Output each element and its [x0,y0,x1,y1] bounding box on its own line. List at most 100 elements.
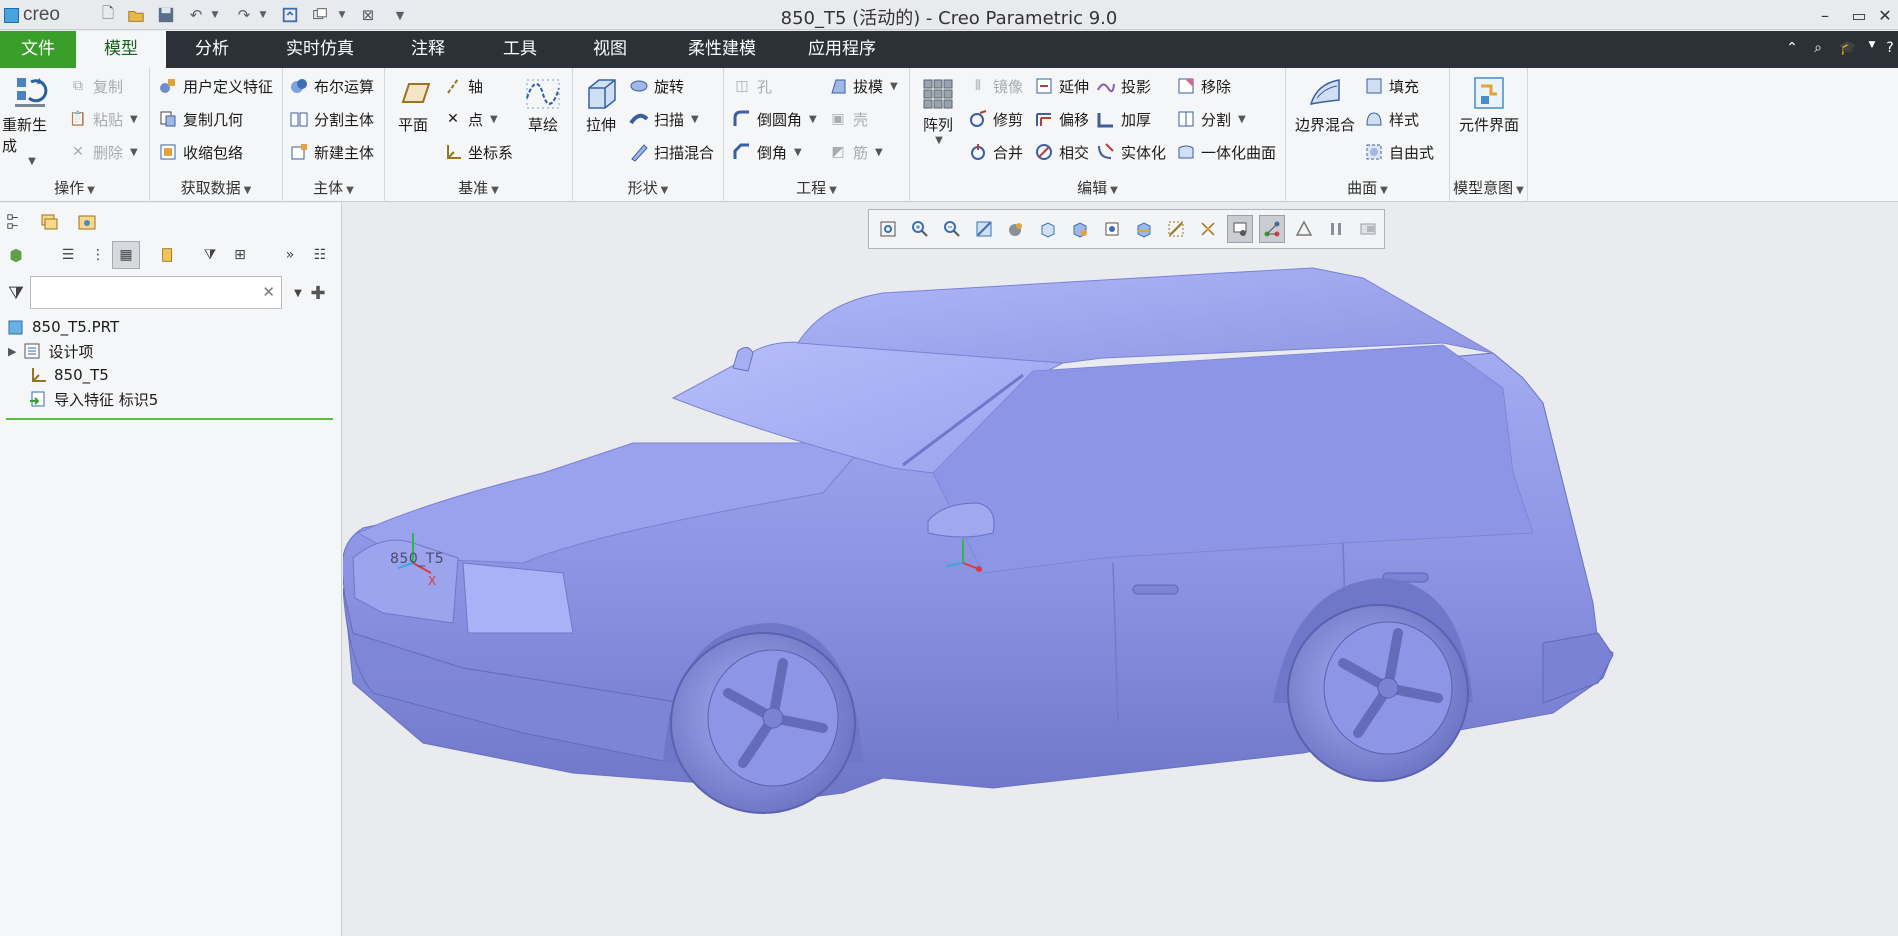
paste-dropdown-icon[interactable]: ▼ [130,114,138,125]
pattern-dropdown-icon[interactable]: ▼ [935,135,943,146]
insert-indicator[interactable] [6,418,333,420]
more-icon[interactable]: » [276,241,304,269]
tree-table-icon[interactable]: ⊞ [226,241,254,269]
learning-dropdown-icon[interactable]: ▼ [1862,40,1882,60]
fill-button[interactable]: 填充 [1364,72,1419,100]
open-icon[interactable] [126,5,146,25]
solidify-button[interactable]: 实体化 [1096,138,1166,166]
customize-icon[interactable]: ▼ [390,5,410,25]
pattern-button[interactable]: 阵列 ▼ [916,74,960,146]
group-label-operations[interactable]: 操作 ▼ [0,177,149,198]
project-button[interactable]: 投影 [1096,72,1151,100]
help-icon[interactable]: ? [1880,40,1898,60]
point-button[interactable]: ✕ 点 ▼ [443,105,498,133]
search-icon[interactable]: ⌕ [1808,40,1828,60]
shell-button[interactable]: ▣ 壳 [828,105,868,133]
pause-icon[interactable] [1323,215,1349,243]
copy-geometry-button[interactable]: 复制几何 [158,105,243,133]
group-label-body[interactable]: 主体 ▼ [283,177,384,198]
annotation-display-icon[interactable] [1195,215,1221,243]
group-label-shapes[interactable]: 形状 ▼ [573,177,723,198]
round-button[interactable]: 倒圆角 ▼ [732,105,817,133]
tab-live-simulation[interactable]: 实时仿真 [270,31,370,68]
remove-button[interactable]: 移除 [1176,72,1231,100]
tree-item-csys[interactable]: 850_T5 [28,363,109,387]
layers-tab-icon[interactable] [36,209,62,235]
chamfer-button[interactable]: 倒角 ▼ [732,138,802,166]
group-label-engineering[interactable]: 工程 ▼ [724,177,909,198]
tab-flexible-modeling[interactable]: 柔性建模 [672,31,772,68]
display-style-icon[interactable] [1003,215,1029,243]
appearance-icon[interactable] [1291,215,1317,243]
split-body-button[interactable]: 分割主体 [289,105,374,133]
unify-surface-button[interactable]: 一体化曲面 [1176,138,1276,166]
regenerate-dropdown-icon[interactable]: ▼ [28,156,36,167]
windows-icon[interactable] [310,5,330,25]
expand-arrow-icon[interactable]: ▶ [8,345,16,358]
new-icon[interactable]: 🗋 [98,4,118,25]
new-body-button[interactable]: 新建主体 [289,138,374,166]
tab-file[interactable]: 文件 [0,31,76,68]
csys-button[interactable]: 坐标系 [443,138,513,166]
rib-button[interactable]: ◩ 筋 ▼ [828,138,883,166]
group-label-model-intent[interactable]: 模型意图 ▼ [1450,177,1527,198]
axis-button[interactable]: 轴 [443,72,483,100]
toggle-selection-icon[interactable] [1355,215,1381,243]
intersect-button[interactable]: 相交 [1034,138,1089,166]
split-dropdown-icon[interactable]: ▼ [1238,114,1246,125]
tab-tools[interactable]: 工具 [478,31,562,68]
tree-options-icon[interactable]: ☷ [306,241,334,269]
group-label-surfaces[interactable]: 曲面 ▼ [1286,177,1449,198]
expand-tree-icon[interactable]: ☰ [54,241,82,269]
perspective-view-icon[interactable] [1099,215,1125,243]
tab-applications[interactable]: 应用程序 [790,31,894,68]
tab-model[interactable]: 模型 [76,31,166,68]
tab-annotate[interactable]: 注释 [386,31,470,68]
extend-button[interactable]: 延伸 [1034,72,1089,100]
model-tree-tab-icon[interactable] [2,209,28,235]
favorites-tab-icon[interactable] [74,209,100,235]
close-button[interactable]: ✕ [1872,3,1898,27]
mirror-button[interactable]: ⫴ 镜像 [968,72,1023,100]
tab-view[interactable]: 视图 [568,31,652,68]
sketch-button[interactable]: 草绘 [521,74,565,135]
minimize-ribbon-icon[interactable]: ⌃ [1782,40,1802,60]
group-label-editing[interactable]: 编辑 ▼ [910,177,1285,198]
orient-mode-icon[interactable] [1259,215,1285,243]
clear-search-icon[interactable]: ✕ [262,283,275,301]
merge-button[interactable]: 合并 [968,138,1023,166]
collapse-tree-icon[interactable]: ⋮ [84,241,112,269]
car-model[interactable]: X [343,203,1898,936]
undo-icon[interactable]: ↶ [186,5,206,25]
chamfer-dropdown-icon[interactable]: ▼ [794,147,802,158]
view-manager-icon[interactable] [1067,215,1093,243]
copy-button[interactable]: ⧉ 复制 [68,72,123,100]
tree-root-part[interactable]: 850_T5.PRT [6,315,119,339]
tree-filters-icon[interactable]: ⧩ [196,241,224,269]
tree-item-design-items[interactable]: ▶ 设计项 [8,339,93,363]
udf-button[interactable]: 用户定义特征 [158,72,273,100]
group-label-get-data[interactable]: 获取数据 ▼ [150,177,282,198]
tree-search-box[interactable]: ✕ [30,276,282,309]
draft-dropdown-icon[interactable]: ▼ [890,81,898,92]
show-icon[interactable] [2,241,30,269]
round-dropdown-icon[interactable]: ▼ [809,114,817,125]
paste-button[interactable]: 📋 粘贴 ▼ [68,105,138,133]
refit-icon[interactable] [875,215,901,243]
regenerate-icon[interactable] [280,5,300,25]
save-icon[interactable] [156,5,176,25]
extrude-button[interactable]: 拉伸 [579,74,623,135]
tab-analysis[interactable]: 分析 [170,31,254,68]
delete-dropdown-icon[interactable]: ▼ [130,147,138,158]
restore-button[interactable]: ▭ [1846,3,1872,27]
offset-button[interactable]: 偏移 [1034,105,1089,133]
add-filter-icon[interactable]: ✚ [304,279,332,307]
sweep-dropdown-icon[interactable]: ▼ [691,114,699,125]
sweep-button[interactable]: 扫描 ▼ [629,105,699,133]
swept-blend-button[interactable]: 扫描混合 [629,138,714,166]
boolean-button[interactable]: 布尔运算 [289,72,374,100]
split-button[interactable]: 分割 ▼ [1176,105,1246,133]
learning-icon[interactable]: 🎓 [1838,40,1858,60]
rib-dropdown-icon[interactable]: ▼ [875,147,883,158]
undo-dropdown-icon[interactable]: ▼ [205,5,225,25]
